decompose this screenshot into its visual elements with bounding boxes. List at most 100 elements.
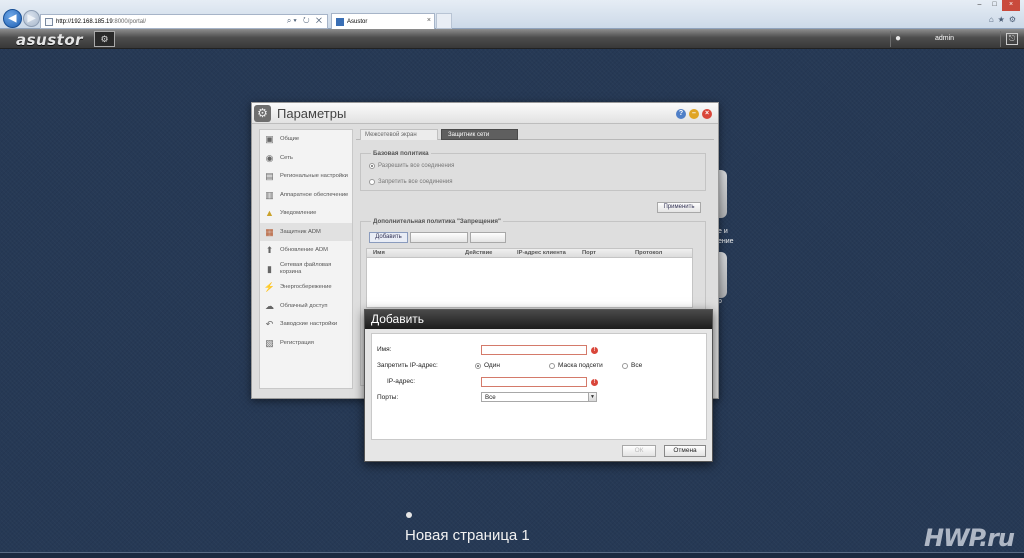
allow-all-option[interactable]: Разрешить все соединения [369,163,454,169]
settings-title-bar[interactable]: ⚙ Параметры ? – × [252,103,718,124]
tab-close-icon[interactable]: × [427,17,431,24]
taskbar [0,552,1024,558]
name-label: Имя: [377,346,392,353]
desktop-page-name: Новая страница 1 [405,527,530,544]
name-input[interactable] [481,345,587,355]
url-host: http://192.168.185.19 [56,18,113,25]
sidebar-item-label: Облачный доступ [280,302,328,309]
add-rule-button[interactable]: Добавить [369,232,408,243]
new-tab-button[interactable] [436,13,452,29]
settings-app-icon[interactable]: ⚙ [94,31,115,47]
tabs-row: Межсетевой экран Защитник сети [356,129,714,140]
close-icon[interactable]: × [702,109,712,119]
deny-ip-label: Запретить IP-адрес: [377,362,438,369]
settings-gear-icon: ⚙ [254,105,271,122]
tab-firewall[interactable]: Межсетевой экран [360,129,438,140]
dialog-title[interactable]: Добавить [365,310,712,329]
sidebar-item-regional[interactable]: ▤ Региональные настройки [260,167,352,186]
radio-icon[interactable] [622,362,628,369]
ip-address-input[interactable] [481,377,587,387]
deny-all-option[interactable]: Запретить все соединения [369,179,452,185]
rules-table-body [366,258,693,308]
ip-option-label: Маска подсети [558,362,603,369]
ports-select[interactable]: Все ▼ [481,392,597,402]
sidebar-item-cloud[interactable]: ☁ Облачный доступ [260,297,352,316]
basic-policy-label: Базовая политика [371,150,431,157]
column-port[interactable]: Порт [582,250,596,256]
window-close-icon[interactable]: × [1002,0,1020,11]
radio-icon[interactable] [369,179,375,185]
back-button[interactable]: ◀ [3,9,22,28]
add-dialog: Добавить Имя: ! Запретить IP-адрес: Один… [364,309,713,462]
sidebar-item-notification[interactable]: ▲ Уведомление [260,204,352,223]
registration-icon: ▧ [265,337,274,348]
sidebar-item-defender[interactable]: ▦ Защитник ADM [260,222,352,241]
toolbar-button[interactable] [470,232,506,243]
sidebar-item-recycle-bin[interactable]: ▮ Сетевая файловая корзина [260,260,352,279]
divider [1000,31,1001,47]
browser-tab[interactable]: Asustor × [331,13,435,29]
ip-option-label: Все [631,362,643,369]
settings-title: Параметры [277,106,347,121]
page-indicator-dot[interactable] [406,512,412,518]
sidebar-item-label: Энергосбережение [280,284,332,290]
user-name[interactable]: admin [935,35,954,42]
sidebar-item-network[interactable]: ◉ Сеть [260,149,352,168]
tab-title: Asustor [347,18,368,25]
network-icon: ◉ [265,152,274,163]
sidebar-item-update[interactable]: ⬆ Обновление ADM [260,241,352,260]
forward-button[interactable]: ▶ [23,10,40,27]
sidebar-item-reset[interactable]: ↶ Заводские настройки [260,315,352,334]
sidebar-item-label: Общие [280,136,300,142]
ip-option-all[interactable]: Все [622,362,642,369]
error-icon: ! [591,379,598,386]
browser-tools-icons[interactable]: ⌂★⚙ [989,15,1020,24]
hardware-icon: ▥ [265,189,274,200]
divider [890,31,891,47]
ip-option-label: Один [484,362,500,369]
radio-icon[interactable] [369,163,375,169]
logout-icon[interactable]: ⎋ [1006,33,1018,45]
help-icon[interactable]: ? [676,109,686,119]
column-action[interactable]: Действие [465,250,492,256]
reset-icon: ↶ [265,319,274,329]
cancel-button[interactable]: Отмена [664,445,706,457]
toolbar-button[interactable] [410,232,468,243]
tab-network-defender[interactable]: Защитник сети [441,129,518,140]
sidebar-item-label: Аппаратное обеспечение [280,191,349,198]
apply-button[interactable]: Применить [657,202,701,213]
minimize-icon[interactable]: – [689,109,699,119]
address-tools-icons[interactable]: ⌕▾ ↻ ✕ [287,16,324,26]
sidebar-item-general[interactable]: ▣ Общие [260,130,352,149]
radio-icon[interactable] [549,362,555,369]
rules-table-header: Имя Действие IP-адрес клиента Порт Прото… [366,248,693,258]
extra-policy-label: Дополнительная политика "Запрещения" [371,218,503,225]
sidebar-item-energy[interactable]: ⚡ Энергосбережение [260,278,352,297]
address-bar[interactable]: http://192.168.185.19:8000/portal/ ⌕▾ ↻ … [40,14,328,29]
recycle-bin-icon: ▮ [267,263,272,274]
maximize-icon[interactable]: □ [987,0,1002,11]
sidebar-item-label: Обновление ADM [280,247,328,253]
ip-address-label: IP-адрес: [387,378,415,385]
ports-value: Все [485,394,496,401]
deny-all-label: Запретить все соединения [378,179,453,185]
minimize-icon[interactable]: – [972,0,987,11]
title-buttons: ? – × [676,109,712,119]
notification-icon: ▲ [265,208,274,218]
ok-button[interactable]: ОК [622,445,656,457]
sidebar-item-registration[interactable]: ▧ Регистрация [260,334,352,353]
sidebar-item-hardware[interactable]: ▥ Аппаратное обеспечение [260,186,352,205]
error-icon: ! [591,347,598,354]
chevron-down-icon[interactable]: ▼ [588,393,596,401]
ip-option-subnet[interactable]: Маска подсети [549,362,603,369]
cloud-icon: ☁ [265,300,274,311]
browser-chrome: ◀ ▶ http://192.168.185.19:8000/portal/ ⌕… [0,0,1024,29]
column-name[interactable]: Имя [373,250,385,256]
ip-option-single[interactable]: Один [475,362,500,369]
url-path: :8000/portal/ [112,18,147,25]
column-client-ip[interactable]: IP-адрес клиента [517,250,566,256]
sidebar-item-label: Региональные настройки [280,173,348,179]
column-protocol[interactable]: Протокол [635,250,662,256]
radio-icon[interactable] [475,362,481,369]
watermark: HWP.ru [924,524,1015,552]
